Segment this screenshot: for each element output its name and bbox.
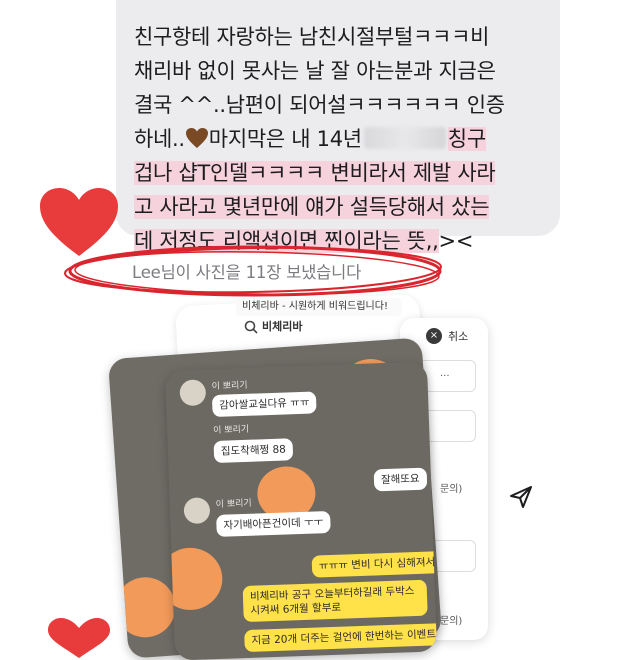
search-icon: [244, 320, 258, 334]
chat-bubble-yellow: 비체리바 공구 오늘부터하길래 두박스 시켜써 6개월 할부로: [242, 579, 428, 623]
chat-bubble: 집도착해쩡 88: [213, 438, 294, 463]
right-panel-more: ...: [440, 368, 450, 379]
sender-name: 이 뽀리기: [211, 380, 248, 393]
chat-bubble-yellow: 지금 20개 더주는 걸언에 한번하는 이벤트해서: [244, 622, 437, 653]
chat-screenshot-2[interactable]: 이 뽀리기 감아쌀교실다유 ㅠㅠ 이 뽀리기 집도착해쩡 88 잘해또요 이 뽀…: [165, 361, 437, 660]
character-sticker: [113, 575, 178, 640]
right-panel-item: 문의): [440, 484, 463, 495]
screenshot-brand: 비체리바: [262, 320, 303, 333]
sender-name: 이 뽀리기: [212, 424, 250, 437]
cancel-label: 취소: [448, 330, 469, 343]
chat-bubble: 잘해또요: [373, 467, 427, 492]
send-icon[interactable]: [508, 484, 534, 510]
character-sticker: [165, 546, 224, 612]
close-icon: ×: [426, 328, 442, 344]
avatar: [183, 497, 211, 525]
sender-name: 이 뽀리기: [215, 498, 252, 510]
heart-icon: [48, 618, 110, 658]
photo-collage[interactable]: 비체리바 - 시원하게 비워드립니다! 비체리바 × 취소 ... 문의) 문의…: [0, 0, 640, 660]
chat-bubble: 감아쌀교실다유 ㅠㅠ: [211, 391, 317, 418]
chat-bubble: 자기배아픈건이데 ㅜㅜ: [216, 510, 331, 537]
screenshot-top-strip: 비체리바 - 시원하게 비워드립니다!: [236, 298, 402, 316]
avatar: [179, 379, 207, 407]
chat-bubble-yellow: ㅠㅠㅠ 변비 다시 심해져서: [311, 551, 437, 578]
right-panel-item: 문의): [440, 616, 463, 627]
